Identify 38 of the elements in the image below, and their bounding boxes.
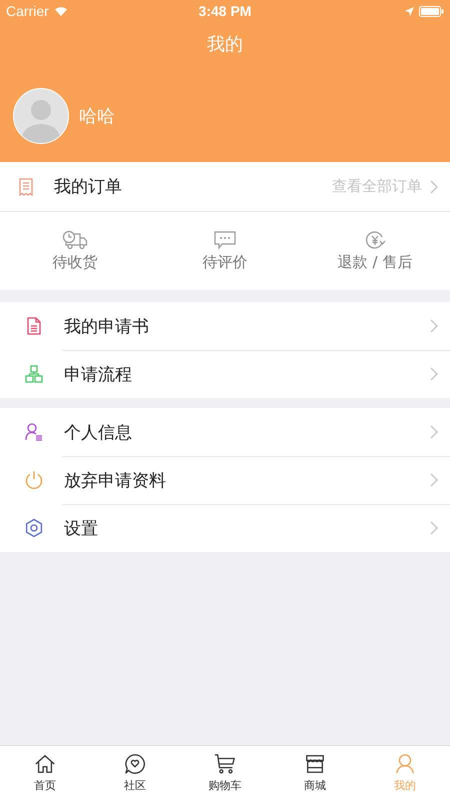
user-name: 哈哈 — [79, 105, 115, 128]
chevron-icon — [430, 425, 438, 439]
menu-item[interactable]: 个人信息 — [0, 408, 450, 456]
orders-title: 我的订单 — [54, 176, 123, 198]
chevron-icon — [430, 473, 438, 487]
chevron-icon — [430, 521, 438, 535]
wifi-icon — [54, 6, 68, 16]
status-time: 3:48 PM — [198, 3, 252, 19]
cart-icon — [214, 753, 236, 775]
store-icon — [304, 753, 326, 775]
carrier-label: Carrier — [6, 3, 49, 19]
avatar — [13, 88, 69, 144]
truck-icon — [62, 230, 88, 250]
tab-bar-item[interactable]: 商城 — [270, 746, 360, 800]
menu-item[interactable]: 我的申请书 — [0, 302, 450, 350]
order-status-button[interactable]: 待收货 — [0, 212, 150, 290]
person-icon — [394, 753, 416, 775]
chevron-icon — [430, 367, 438, 381]
page-title: 我的 — [207, 33, 243, 56]
person-list-icon — [24, 422, 44, 442]
home-icon — [34, 753, 56, 775]
tab-bar-item[interactable]: 社区 — [90, 746, 180, 800]
blocks-icon — [24, 364, 44, 384]
settings-icon — [24, 518, 44, 538]
tab-bar-item[interactable]: 首页 — [0, 746, 90, 800]
chevron-icon — [430, 180, 438, 194]
location-icon — [404, 6, 414, 16]
chevron-icon — [430, 319, 438, 333]
chat-bubble-icon — [212, 230, 238, 250]
tab-bar-item[interactable]: 购物车 — [180, 746, 270, 800]
battery-icon — [418, 6, 444, 16]
menu-item[interactable]: 申请流程 — [0, 350, 450, 398]
order-status-button[interactable]: 退款 / 售后 — [300, 212, 450, 290]
heart-bubble-icon — [124, 753, 146, 775]
power-icon — [24, 470, 44, 490]
order-status-button[interactable]: 待评价 — [150, 212, 300, 290]
menu-item[interactable]: 放弃申请资料 — [0, 456, 450, 504]
menu-item[interactable]: 设置 — [0, 504, 450, 552]
